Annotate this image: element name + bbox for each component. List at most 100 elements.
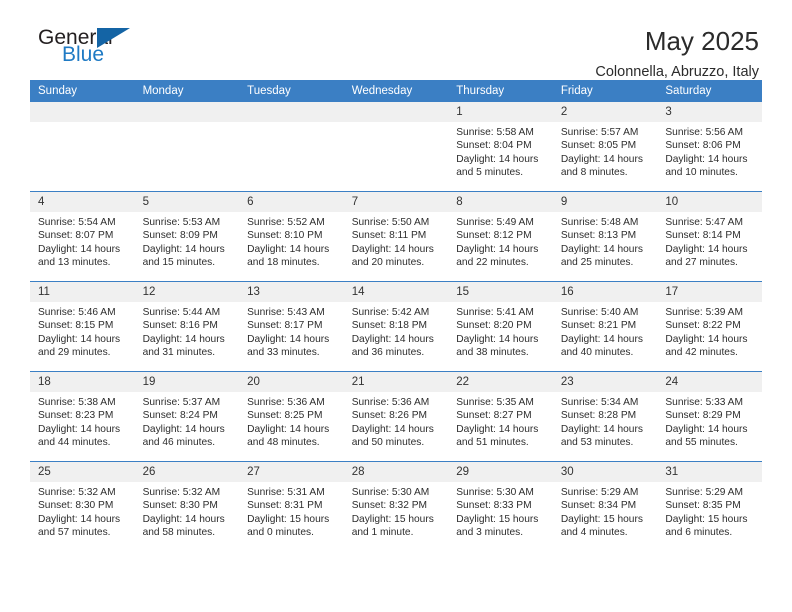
- daylight-text-line1: Daylight: 14 hours: [38, 333, 121, 345]
- daylight-text-line2: and 18 minutes.: [247, 257, 320, 269]
- daylight-text-line2: and 10 minutes.: [665, 167, 738, 179]
- calendar-day-cell[interactable]: 19 Sunrise: 5:37 AM Sunset: 8:24 PM Dayligh…: [134, 371, 240, 462]
- calendar-week-row: 18 Sunrise: 5:38 AM Sunset: 8:23 PM Dayligh…: [30, 371, 762, 462]
- calendar-day-cell[interactable]: 17 Sunrise: 5:39 AM Sunset: 8:22 PM Dayligh…: [657, 281, 762, 372]
- daylight-text-line2: and 40 minutes.: [560, 347, 634, 359]
- calendar-day-cell[interactable]: 29 Sunrise: 5:30 AM Sunset: 8:33 PM Dayligh…: [448, 461, 553, 551]
- calendar-day-cell[interactable]: 2 Sunrise: 5:57 AM Sunset: 8:05 PM Daylight…: [552, 102, 658, 192]
- daylight-text-line2: and 29 minutes.: [38, 347, 111, 359]
- calendar-day-cell[interactable]: 11 Sunrise: 5:46 AM Sunset: 8:15 PM Dayligh…: [30, 281, 135, 372]
- sunset-text: Sunset: 8:35 PM: [665, 500, 741, 512]
- daylight-text-line1: Daylight: 14 hours: [560, 243, 643, 255]
- sunset-text: Sunset: 8:32 PM: [351, 500, 428, 512]
- day-details: Sunrise: 5:31 AM Sunset: 8:31 PM Daylight:…: [239, 482, 344, 540]
- calendar-day-cell[interactable]: 9 Sunrise: 5:48 AM Sunset: 8:13 PM Daylight…: [552, 191, 658, 282]
- calendar-day-cell[interactable]: 26 Sunrise: 5:32 AM Sunset: 8:30 PM Dayligh…: [134, 461, 240, 551]
- sunset-text: Sunset: 8:06 PM: [665, 140, 741, 152]
- calendar-day-cell[interactable]: 12 Sunrise: 5:44 AM Sunset: 8:16 PM Dayligh…: [134, 281, 240, 372]
- day-number: 14: [343, 282, 449, 302]
- calendar-day-cell[interactable]: 18 Sunrise: 5:38 AM Sunset: 8:23 PM Dayligh…: [30, 371, 135, 462]
- calendar-day-cell[interactable]: 16 Sunrise: 5:40 AM Sunset: 8:21 PM Dayligh…: [552, 281, 658, 372]
- calendar-day-cell[interactable]: 25 Sunrise: 5:32 AM Sunset: 8:30 PM Dayligh…: [30, 461, 135, 551]
- sunset-text: Sunset: 8:23 PM: [38, 410, 114, 422]
- daylight-text-line2: and 36 minutes.: [351, 347, 425, 359]
- sunrise-text: Sunrise: 5:37 AM: [142, 397, 221, 408]
- day-details: Sunrise: 5:56 AM Sunset: 8:06 PM Daylight:…: [657, 122, 762, 180]
- day-number: [239, 102, 344, 122]
- daylight-text-line1: Daylight: 15 hours: [560, 513, 643, 525]
- calendar-day-cell[interactable]: 15 Sunrise: 5:41 AM Sunset: 8:20 PM Dayligh…: [448, 281, 553, 372]
- daylight-text-line1: Daylight: 14 hours: [351, 423, 434, 435]
- sunset-text: Sunset: 8:17 PM: [247, 320, 323, 332]
- sunset-text: Sunset: 8:27 PM: [456, 410, 532, 422]
- sunrise-text: Sunrise: 5:58 AM: [456, 127, 534, 138]
- day-number: 4: [30, 192, 135, 212]
- calendar-day-cell[interactable]: 6 Sunrise: 5:52 AM Sunset: 8:10 PM Daylight…: [239, 191, 344, 282]
- sunrise-text: Sunrise: 5:38 AM: [38, 397, 116, 408]
- calendar-day-cell[interactable]: 31 Sunrise: 5:29 AM Sunset: 8:35 PM Dayligh…: [657, 461, 762, 551]
- calendar-day-cell[interactable]: 27 Sunrise: 5:31 AM Sunset: 8:31 PM Dayligh…: [239, 461, 344, 551]
- calendar-day-cell[interactable]: 7 Sunrise: 5:50 AM Sunset: 8:11 PM Daylight…: [343, 191, 449, 282]
- sunrise-text: Sunrise: 5:32 AM: [38, 487, 116, 498]
- calendar-day-cell[interactable]: 8 Sunrise: 5:49 AM Sunset: 8:12 PM Daylight…: [448, 191, 553, 282]
- sunset-text: Sunset: 8:11 PM: [351, 230, 427, 242]
- day-details: Sunrise: 5:50 AM Sunset: 8:11 PM Daylight:…: [344, 212, 449, 270]
- calendar-day-cell[interactable]: 24 Sunrise: 5:33 AM Sunset: 8:29 PM Dayligh…: [657, 371, 762, 462]
- daylight-text-line2: and 33 minutes.: [247, 347, 320, 359]
- sunrise-text: Sunrise: 5:31 AM: [247, 487, 325, 498]
- weekday-header-sunday: Sunday: [30, 80, 135, 102]
- calendar-day-cell[interactable]: 4 Sunrise: 5:54 AM Sunset: 8:07 PM Daylight…: [30, 191, 135, 282]
- daylight-text-line1: Daylight: 14 hours: [247, 243, 330, 255]
- calendar-day-cell[interactable]: 28 Sunrise: 5:30 AM Sunset: 8:32 PM Dayligh…: [343, 461, 449, 551]
- calendar-day-cell[interactable]: 5 Sunrise: 5:53 AM Sunset: 8:09 PM Daylight…: [134, 191, 240, 282]
- calendar-day-cell[interactable]: 20 Sunrise: 5:36 AM Sunset: 8:25 PM Dayligh…: [239, 371, 344, 462]
- day-details: Sunrise: 5:36 AM Sunset: 8:25 PM Daylight:…: [239, 392, 344, 450]
- weekday-header-friday: Friday: [552, 80, 658, 102]
- calendar-day-cell[interactable]: 30 Sunrise: 5:29 AM Sunset: 8:34 PM Dayligh…: [552, 461, 658, 551]
- daylight-text-line1: Daylight: 14 hours: [351, 243, 434, 255]
- calendar-grid: Sunday Monday Tuesday Wednesday Thursday…: [30, 80, 762, 551]
- general-blue-logo: General Blue: [30, 26, 160, 74]
- daylight-text-line1: Daylight: 14 hours: [142, 423, 225, 435]
- day-number: 7: [343, 192, 449, 212]
- sunrise-text: Sunrise: 5:39 AM: [665, 307, 743, 318]
- day-details: Sunrise: 5:32 AM Sunset: 8:30 PM Daylight:…: [135, 482, 240, 540]
- sunrise-text: Sunrise: 5:41 AM: [456, 307, 534, 318]
- calendar-day-cell[interactable]: 21 Sunrise: 5:36 AM Sunset: 8:26 PM Dayligh…: [343, 371, 449, 462]
- daylight-text-line2: and 57 minutes.: [38, 527, 111, 539]
- day-details: Sunrise: 5:42 AM Sunset: 8:18 PM Daylight:…: [344, 302, 449, 360]
- calendar-day-cell[interactable]: 22 Sunrise: 5:35 AM Sunset: 8:27 PM Dayligh…: [448, 371, 553, 462]
- day-number: 23: [552, 372, 658, 392]
- calendar-day-cell[interactable]: 3 Sunrise: 5:56 AM Sunset: 8:06 PM Daylight…: [657, 102, 762, 192]
- day-details: Sunrise: 5:32 AM Sunset: 8:30 PM Daylight:…: [30, 482, 135, 540]
- day-details: Sunrise: 5:41 AM Sunset: 8:20 PM Daylight:…: [448, 302, 553, 360]
- sunrise-text: Sunrise: 5:49 AM: [456, 217, 534, 228]
- sunset-text: Sunset: 8:21 PM: [560, 320, 637, 332]
- daylight-text-line1: Daylight: 14 hours: [142, 333, 225, 345]
- sunrise-text: Sunrise: 5:57 AM: [560, 127, 639, 138]
- daylight-text-line1: Daylight: 15 hours: [247, 513, 330, 525]
- day-number: 21: [343, 372, 449, 392]
- day-number: 31: [657, 462, 762, 482]
- calendar-day-cell[interactable]: 14 Sunrise: 5:42 AM Sunset: 8:18 PM Dayligh…: [343, 281, 449, 372]
- calendar-week-row: 25 Sunrise: 5:32 AM Sunset: 8:30 PM Dayligh…: [30, 461, 762, 551]
- daylight-text-line2: and 50 minutes.: [351, 437, 425, 449]
- daylight-text-line1: Daylight: 14 hours: [142, 513, 225, 525]
- daylight-text-line2: and 8 minutes.: [560, 167, 628, 179]
- day-details: Sunrise: 5:48 AM Sunset: 8:13 PM Daylight:…: [553, 212, 658, 270]
- sunrise-text: Sunrise: 5:29 AM: [665, 487, 743, 498]
- daylight-text-line2: and 42 minutes.: [665, 347, 738, 359]
- day-number: 2: [552, 102, 658, 122]
- calendar-day-cell[interactable]: 13 Sunrise: 5:43 AM Sunset: 8:17 PM Dayligh…: [239, 281, 344, 372]
- calendar-day-cell[interactable]: 10 Sunrise: 5:47 AM Sunset: 8:14 PM Dayligh…: [657, 191, 762, 282]
- calendar-day-cell[interactable]: 23 Sunrise: 5:34 AM Sunset: 8:28 PM Dayligh…: [552, 371, 658, 462]
- sunrise-text: Sunrise: 5:29 AM: [560, 487, 639, 498]
- sunrise-text: Sunrise: 5:46 AM: [38, 307, 116, 318]
- daylight-text-line2: and 46 minutes.: [142, 437, 216, 449]
- sunset-text: Sunset: 8:31 PM: [247, 500, 323, 512]
- day-number: 27: [239, 462, 344, 482]
- calendar-day-cell[interactable]: 1 Sunrise: 5:58 AM Sunset: 8:04 PM Daylight…: [448, 102, 553, 192]
- sunrise-text: Sunrise: 5:52 AM: [247, 217, 325, 228]
- sunset-text: Sunset: 8:10 PM: [247, 230, 323, 242]
- day-details: Sunrise: 5:39 AM Sunset: 8:22 PM Daylight:…: [657, 302, 762, 360]
